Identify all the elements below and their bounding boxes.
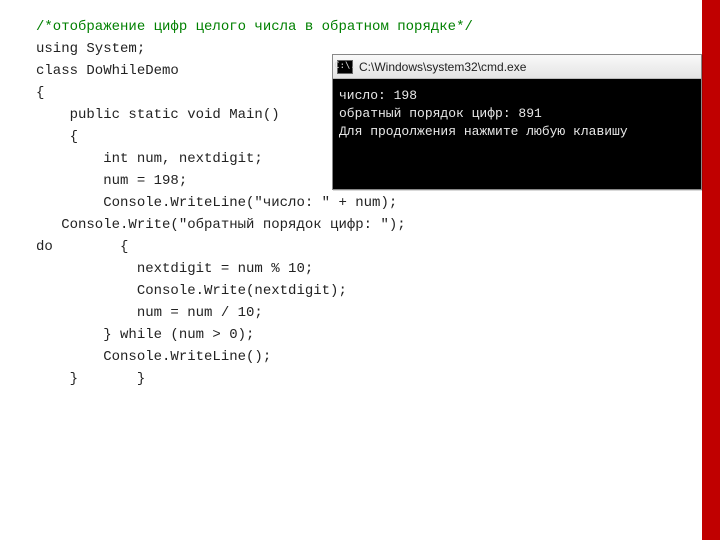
code-line: Console.Write("обратный порядок цифр: ")… bbox=[36, 214, 676, 236]
code-comment: /*отображение цифр целого числа в обратн… bbox=[36, 16, 676, 38]
code-line: Console.WriteLine(); bbox=[36, 346, 676, 368]
code-line: do { bbox=[36, 236, 676, 258]
code-line: num = num / 10; bbox=[36, 302, 676, 324]
code-line: Console.WriteLine("число: " + num); bbox=[36, 192, 676, 214]
code-line: nextdigit = num % 10; bbox=[36, 258, 676, 280]
cmd-output: число: 198 обратный порядок цифр: 891 Дл… bbox=[333, 79, 701, 189]
accent-bar bbox=[702, 0, 720, 540]
cmd-titlebar[interactable]: C:\. C:\Windows\system32\cmd.exe bbox=[333, 55, 701, 79]
cmd-title-text: C:\Windows\system32\cmd.exe bbox=[359, 56, 526, 78]
cmd-line: обратный порядок цифр: 891 bbox=[339, 106, 542, 121]
code-line: } while (num > 0); bbox=[36, 324, 676, 346]
cmd-icon: C:\. bbox=[337, 60, 353, 74]
cmd-line: число: 198 bbox=[339, 88, 417, 103]
code-line: } } bbox=[36, 368, 676, 390]
cmd-window: C:\. C:\Windows\system32\cmd.exe число: … bbox=[332, 54, 702, 190]
code-line: Console.Write(nextdigit); bbox=[36, 280, 676, 302]
cmd-line: Для продолжения нажмите любую клавишу bbox=[339, 124, 628, 139]
